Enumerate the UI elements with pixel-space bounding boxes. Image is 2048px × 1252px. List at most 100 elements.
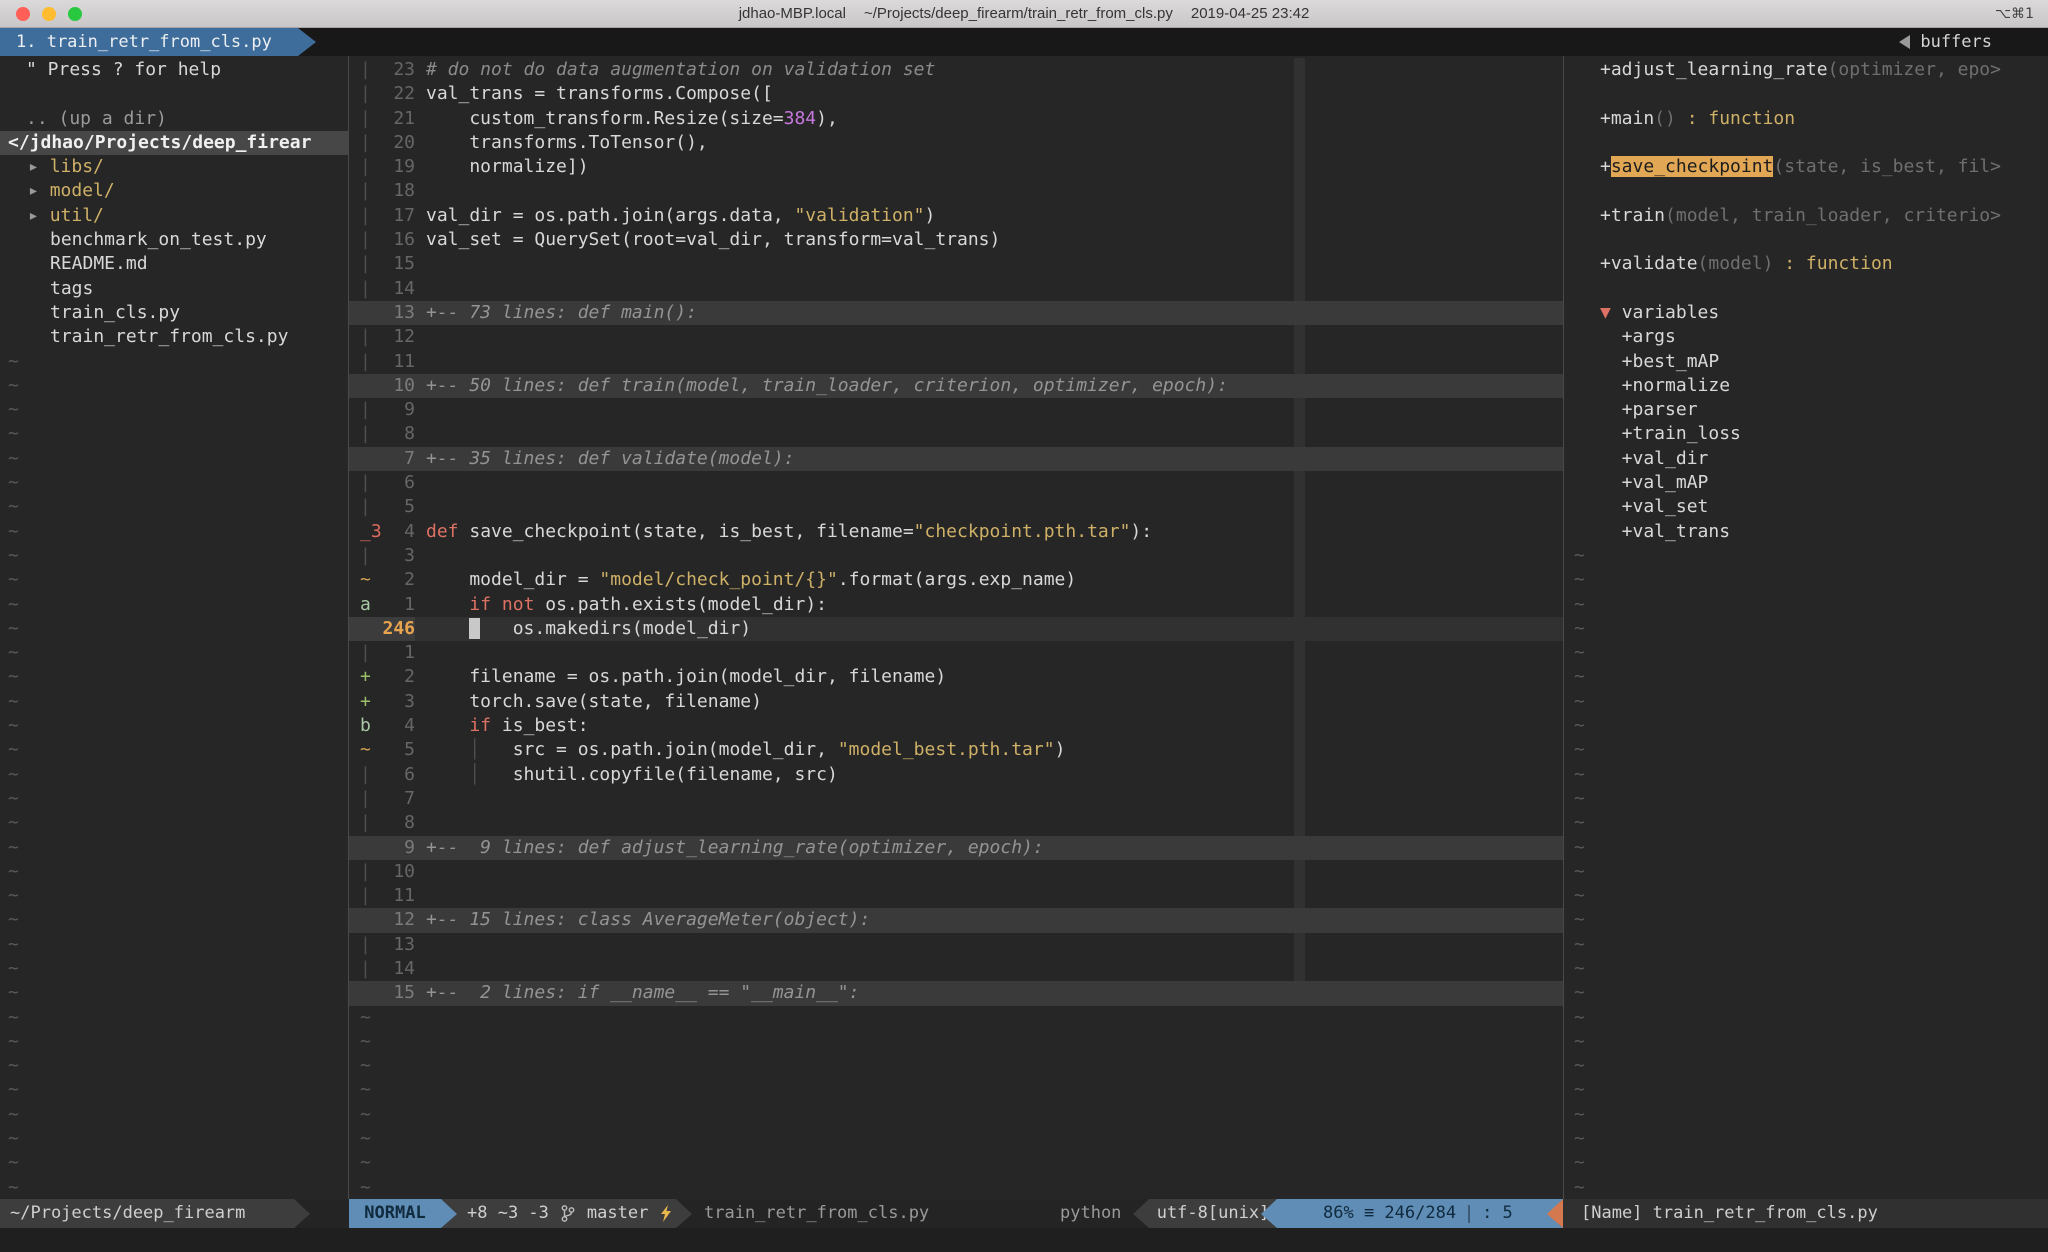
statusline-filename: train_retr_from_cls.py: [704, 1199, 929, 1228]
nerdtree-filler-line: ~: [0, 447, 348, 471]
git-branch-icon: [561, 1205, 575, 1222]
tagbar-variable-val-trans[interactable]: +val_trans: [1564, 520, 2048, 544]
editor-line[interactable]: |16val_set = QuerySet(root=val_dir, tran…: [349, 228, 1563, 252]
editor-cursor-line[interactable]: 246 os.makedirs(model_dir): [349, 617, 1563, 641]
tagbar-variable-val-set[interactable]: +val_set: [1564, 495, 2048, 519]
editor-line[interactable]: +2 filename = os.path.join(model_dir, fi…: [349, 665, 1563, 689]
tagbar-filler-line: ~: [1564, 860, 2048, 884]
editor-filler-line: ~: [349, 1127, 1563, 1151]
editor-line[interactable]: |6: [349, 471, 1563, 495]
nerdtree-filler-line: ~: [0, 1078, 348, 1102]
tagbar-tag-validate[interactable]: +validate(model) : function: [1564, 252, 2048, 276]
buffers-label: buffers: [1920, 32, 1992, 52]
editor-filler-line: ~: [349, 1006, 1563, 1030]
tagbar-filler-line: ~: [1564, 1054, 2048, 1078]
editor-line[interactable]: +3 torch.save(state, filename): [349, 690, 1563, 714]
tagbar-filler-line: ~: [1564, 1078, 2048, 1102]
nerdtree-filler-line: ~: [0, 1127, 348, 1151]
editor-line[interactable]: |14: [349, 957, 1563, 981]
powerline-separator: [294, 1199, 310, 1228]
nerdtree-filler-line: ~: [0, 933, 348, 957]
editor-line[interactable]: 10+-- 50 lines: def train(model, train_l…: [349, 374, 1563, 398]
tagbar-variable-args[interactable]: +args: [1564, 325, 2048, 349]
nerdtree-filler-line: ~: [0, 1176, 348, 1199]
editor-line[interactable]: |18: [349, 179, 1563, 203]
nerdtree-filler-line: ~: [0, 836, 348, 860]
editor-line[interactable]: a1 if not os.path.exists(model_dir):: [349, 593, 1563, 617]
tagbar-filler-line: ~: [1564, 593, 2048, 617]
segment-divider: [1468, 1205, 1470, 1223]
nerdtree-file-readme[interactable]: README.md: [0, 252, 348, 276]
tab-train-retr-from-cls[interactable]: 1. train_retr_from_cls.py: [0, 28, 316, 56]
powerline-separator: [441, 1199, 457, 1228]
nerdtree-filler-line: ~: [0, 1006, 348, 1030]
editor-line[interactable]: |7: [349, 787, 1563, 811]
editor-line[interactable]: |6 │ shutil.copyfile(filename, src): [349, 763, 1563, 787]
nerdtree-file-train-retr[interactable]: train_retr_from_cls.py: [0, 325, 348, 349]
editor-line[interactable]: |10: [349, 860, 1563, 884]
editor-line[interactable]: 15+-- 2 lines: if __name__ == "__main__"…: [349, 981, 1563, 1005]
editor-line[interactable]: |21 custom_transform.Resize(size=384),: [349, 107, 1563, 131]
tagbar-variable-normalize[interactable]: +normalize: [1564, 374, 2048, 398]
editor-line[interactable]: |1: [349, 641, 1563, 665]
nerdtree-dir-util[interactable]: ▸ util/: [0, 204, 348, 228]
nerdtree-filler-line: ~: [0, 665, 348, 689]
editor-line[interactable]: |14: [349, 277, 1563, 301]
editor-line[interactable]: 13+-- 73 lines: def main():: [349, 301, 1563, 325]
editor-line[interactable]: |11: [349, 884, 1563, 908]
nerdtree-filler-line: ~: [0, 981, 348, 1005]
editor-line[interactable]: |17val_dir = os.path.join(args.data, "va…: [349, 204, 1563, 228]
tagbar-filler-line: ~: [1564, 787, 2048, 811]
nerdtree-file-tags[interactable]: tags: [0, 277, 348, 301]
nerdtree-filler-line: ~: [0, 495, 348, 519]
editor-line[interactable]: |20 transforms.ToTensor(),: [349, 131, 1563, 155]
vim-command-line: [0, 1228, 2048, 1252]
tagbar-category-variables[interactable]: ▼ variables: [1564, 301, 2048, 325]
nerdtree-filler-line: ~: [0, 690, 348, 714]
nerdtree-dir-model[interactable]: ▸ model/: [0, 179, 348, 203]
editor-line[interactable]: |9: [349, 398, 1563, 422]
editor-line[interactable]: |8: [349, 811, 1563, 835]
editor-line[interactable]: 9+-- 9 lines: def adjust_learning_rate(o…: [349, 836, 1563, 860]
editor-line[interactable]: |22val_trans = transforms.Compose([: [349, 82, 1563, 106]
nerdtree-filler-line: ~: [0, 617, 348, 641]
editor-line[interactable]: _34def save_checkpoint(state, is_best, f…: [349, 520, 1563, 544]
editor-line[interactable]: ~2 model_dir = "model/check_point/{}".fo…: [349, 568, 1563, 592]
editor-line[interactable]: |11: [349, 350, 1563, 374]
nerdtree-up-dir[interactable]: .. (up a dir): [0, 107, 348, 131]
tagbar-tag-adjust-learning-rate[interactable]: +adjust_learning_rate(optimizer, epo>: [1564, 58, 2048, 82]
tagbar-variable-val-dir[interactable]: +val_dir: [1564, 447, 2048, 471]
tabline-right: buffers: [1899, 28, 1992, 56]
tagbar-tag-save-checkpoint[interactable]: +save_checkpoint(state, is_best, fil>: [1564, 155, 2048, 179]
editor-line[interactable]: b4 if is_best:: [349, 714, 1563, 738]
statusline: ~/Projects/deep_firearm +8 ~3 -3 master …: [0, 1199, 2048, 1228]
tagbar-variable-best-map[interactable]: +best_mAP: [1564, 350, 2048, 374]
editor-line[interactable]: 7+-- 35 lines: def validate(model):: [349, 447, 1563, 471]
editor-line[interactable]: |12: [349, 325, 1563, 349]
nerdtree-dir-libs[interactable]: ▸ libs/: [0, 155, 348, 179]
editor-line[interactable]: |15: [349, 252, 1563, 276]
editor-line[interactable]: |19 normalize]): [349, 155, 1563, 179]
tagbar-variable-parser[interactable]: +parser: [1564, 398, 2048, 422]
tagbar-tag-train[interactable]: +train(model, train_loader, criterio>: [1564, 204, 2048, 228]
editor-line[interactable]: ~5 │ src = os.path.join(model_dir, "mode…: [349, 738, 1563, 762]
nerdtree-filler-line: ~: [0, 957, 348, 981]
tagbar-tag-main[interactable]: +main() : function: [1564, 107, 2048, 131]
tagbar-variable-val-map[interactable]: +val_mAP: [1564, 471, 2048, 495]
editor-filler-line: ~: [349, 1151, 1563, 1175]
git-diff-stats: +8 ~3 -3: [467, 1199, 549, 1228]
lightning-icon: [660, 1205, 672, 1222]
editor-line[interactable]: 12+-- 15 lines: class AverageMeter(objec…: [349, 908, 1563, 932]
tagbar-filler-line: ~: [1564, 957, 2048, 981]
nerdtree-file-train-cls[interactable]: train_cls.py: [0, 301, 348, 325]
nerdtree-root[interactable]: </jdhao/Projects/deep_firear: [0, 131, 348, 155]
nerdtree-filler-line: ~: [0, 787, 348, 811]
editor-line[interactable]: |5: [349, 495, 1563, 519]
editor-line[interactable]: |13: [349, 933, 1563, 957]
editor-pane[interactable]: |23# do not do data augmentation on vali…: [348, 56, 1563, 1199]
editor-line[interactable]: |8: [349, 422, 1563, 446]
nerdtree-file-benchmark[interactable]: benchmark_on_test.py: [0, 228, 348, 252]
editor-line[interactable]: |23# do not do data augmentation on vali…: [349, 58, 1563, 82]
editor-line[interactable]: |3: [349, 544, 1563, 568]
tagbar-variable-train-loss[interactable]: +train_loss: [1564, 422, 2048, 446]
